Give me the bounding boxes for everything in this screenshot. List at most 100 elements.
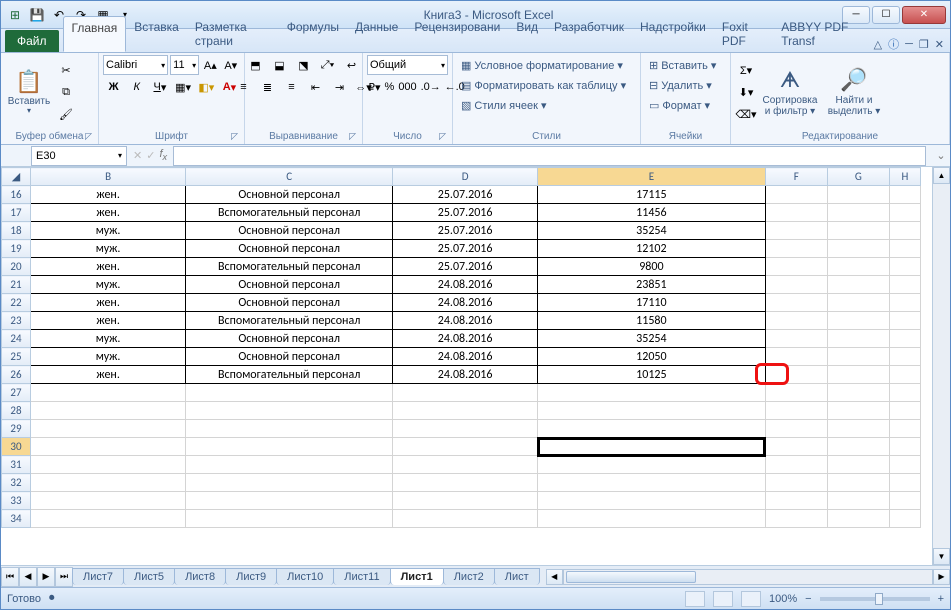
row-header[interactable]: 30 (2, 438, 31, 456)
align-center-button[interactable]: ≣ (257, 77, 279, 97)
cell[interactable] (827, 186, 889, 204)
cell[interactable] (186, 456, 393, 474)
cell[interactable] (827, 330, 889, 348)
dialog-launcher-icon[interactable]: ◸ (349, 131, 356, 142)
row-header[interactable]: 33 (2, 492, 31, 510)
cell[interactable] (765, 438, 827, 456)
currency-button[interactable]: ₽▾ (367, 77, 382, 97)
format-painter-button[interactable]: 🖌 (55, 105, 77, 125)
wrap-text-button[interactable]: ↩ (341, 55, 363, 75)
cell[interactable]: Вспомогательный персонал (186, 204, 393, 222)
align-right-button[interactable]: ≡ (281, 77, 303, 97)
cell[interactable] (827, 258, 889, 276)
help-icon[interactable]: ⓘ (888, 36, 899, 52)
sheet-tab[interactable]: Лист10 (276, 568, 334, 585)
sheet-tab[interactable]: Лист5 (123, 568, 175, 585)
cell[interactable] (30, 384, 185, 402)
sheet-tab[interactable]: Лист11 (333, 568, 390, 585)
scroll-left-button[interactable]: ◀ (546, 569, 563, 585)
row-header[interactable]: 24 (2, 330, 31, 348)
horizontal-scrollbar[interactable] (563, 569, 933, 585)
file-tab[interactable]: Файл (5, 30, 59, 52)
orientation-button[interactable]: ⤢▾ (317, 55, 339, 75)
cell[interactable] (393, 510, 538, 528)
macro-record-icon[interactable]: ⏺ (49, 592, 55, 605)
cell[interactable] (889, 240, 920, 258)
conditional-formatting-button[interactable]: ▦Условное форматирование ▾ (457, 55, 636, 75)
cell[interactable]: Основной персонал (186, 222, 393, 240)
format-as-table-button[interactable]: ▤Форматировать как таблицу ▾ (457, 75, 636, 95)
cell[interactable] (538, 402, 766, 420)
workbook-min-icon[interactable]: ─ (905, 38, 913, 50)
workbook-close-icon[interactable]: ✕ (935, 38, 944, 51)
delete-cells-button[interactable]: ⊟Удалить ▾ (645, 75, 726, 95)
decrease-font-button[interactable]: A▾ (222, 55, 240, 75)
ribbon-tab[interactable]: Вставка (126, 16, 187, 52)
cell[interactable] (393, 384, 538, 402)
scroll-right-button[interactable]: ▶ (933, 569, 950, 585)
cell[interactable] (889, 204, 920, 222)
cell[interactable]: 24.08.2016 (393, 330, 538, 348)
cell[interactable] (889, 384, 920, 402)
ribbon-tab[interactable]: Вид (508, 16, 546, 52)
cell[interactable]: Вспомогательный персонал (186, 258, 393, 276)
sheet-tab[interactable]: Лист1 (390, 568, 444, 585)
align-left-button[interactable]: ≡ (233, 77, 255, 97)
cell[interactable]: Основной персонал (186, 294, 393, 312)
sheet-nav-next-button[interactable]: ▶ (37, 567, 55, 587)
cell[interactable] (889, 456, 920, 474)
ribbon-tab[interactable]: Данные (347, 16, 406, 52)
autosum-button[interactable]: Σ▾ (735, 61, 757, 81)
cell[interactable] (889, 312, 920, 330)
sheet-tab[interactable]: Лист (494, 568, 540, 585)
cell[interactable] (765, 294, 827, 312)
fill-color-button[interactable]: ◧▾ (196, 77, 217, 97)
cell[interactable] (889, 222, 920, 240)
cell[interactable]: 9800 (538, 258, 766, 276)
cell[interactable]: жен. (30, 204, 185, 222)
cell[interactable] (889, 294, 920, 312)
align-bottom-button[interactable]: ⬔ (293, 55, 315, 75)
cell[interactable] (765, 510, 827, 528)
cell[interactable] (538, 456, 766, 474)
copy-button[interactable]: ⧉ (55, 83, 77, 103)
cell[interactable]: Основной персонал (186, 186, 393, 204)
cell[interactable] (30, 492, 185, 510)
cell[interactable]: Основной персонал (186, 348, 393, 366)
decrease-indent-button[interactable]: ⇤ (305, 77, 327, 97)
cell[interactable]: 23851 (538, 276, 766, 294)
cell[interactable] (30, 474, 185, 492)
font-name-combo[interactable]: Calibri▾ (103, 55, 168, 75)
cell[interactable] (393, 402, 538, 420)
column-header[interactable]: C (186, 168, 393, 186)
cell[interactable]: 25.07.2016 (393, 222, 538, 240)
cell[interactable] (827, 402, 889, 420)
align-top-button[interactable]: ⬒ (245, 55, 267, 75)
cell[interactable] (765, 276, 827, 294)
cell[interactable] (889, 348, 920, 366)
ribbon-tab[interactable]: Формулы (279, 16, 347, 52)
cell[interactable] (186, 492, 393, 510)
italic-button[interactable]: К (126, 77, 147, 97)
row-header[interactable]: 27 (2, 384, 31, 402)
cell[interactable] (538, 438, 766, 456)
cell[interactable] (889, 474, 920, 492)
cell[interactable] (186, 474, 393, 492)
cell[interactable]: Основной персонал (186, 330, 393, 348)
cell[interactable]: 24.08.2016 (393, 366, 538, 384)
cell[interactable] (30, 420, 185, 438)
workbook-restore-icon[interactable]: ❐ (919, 38, 929, 51)
cell[interactable] (827, 294, 889, 312)
cell[interactable] (765, 222, 827, 240)
formula-bar[interactable] (173, 146, 926, 166)
sheet-nav-prev-button[interactable]: ◀ (19, 567, 37, 587)
cell[interactable]: 17115 (538, 186, 766, 204)
row-header[interactable]: 23 (2, 312, 31, 330)
cell[interactable] (765, 420, 827, 438)
column-header[interactable]: H (889, 168, 920, 186)
increase-font-button[interactable]: A▴ (201, 55, 219, 75)
cell[interactable]: 35254 (538, 330, 766, 348)
cell[interactable] (186, 510, 393, 528)
worksheet-grid[interactable]: ◢BCDEFGH 16 жен. Основной персонал 25.07… (1, 167, 932, 565)
cell[interactable] (30, 510, 185, 528)
